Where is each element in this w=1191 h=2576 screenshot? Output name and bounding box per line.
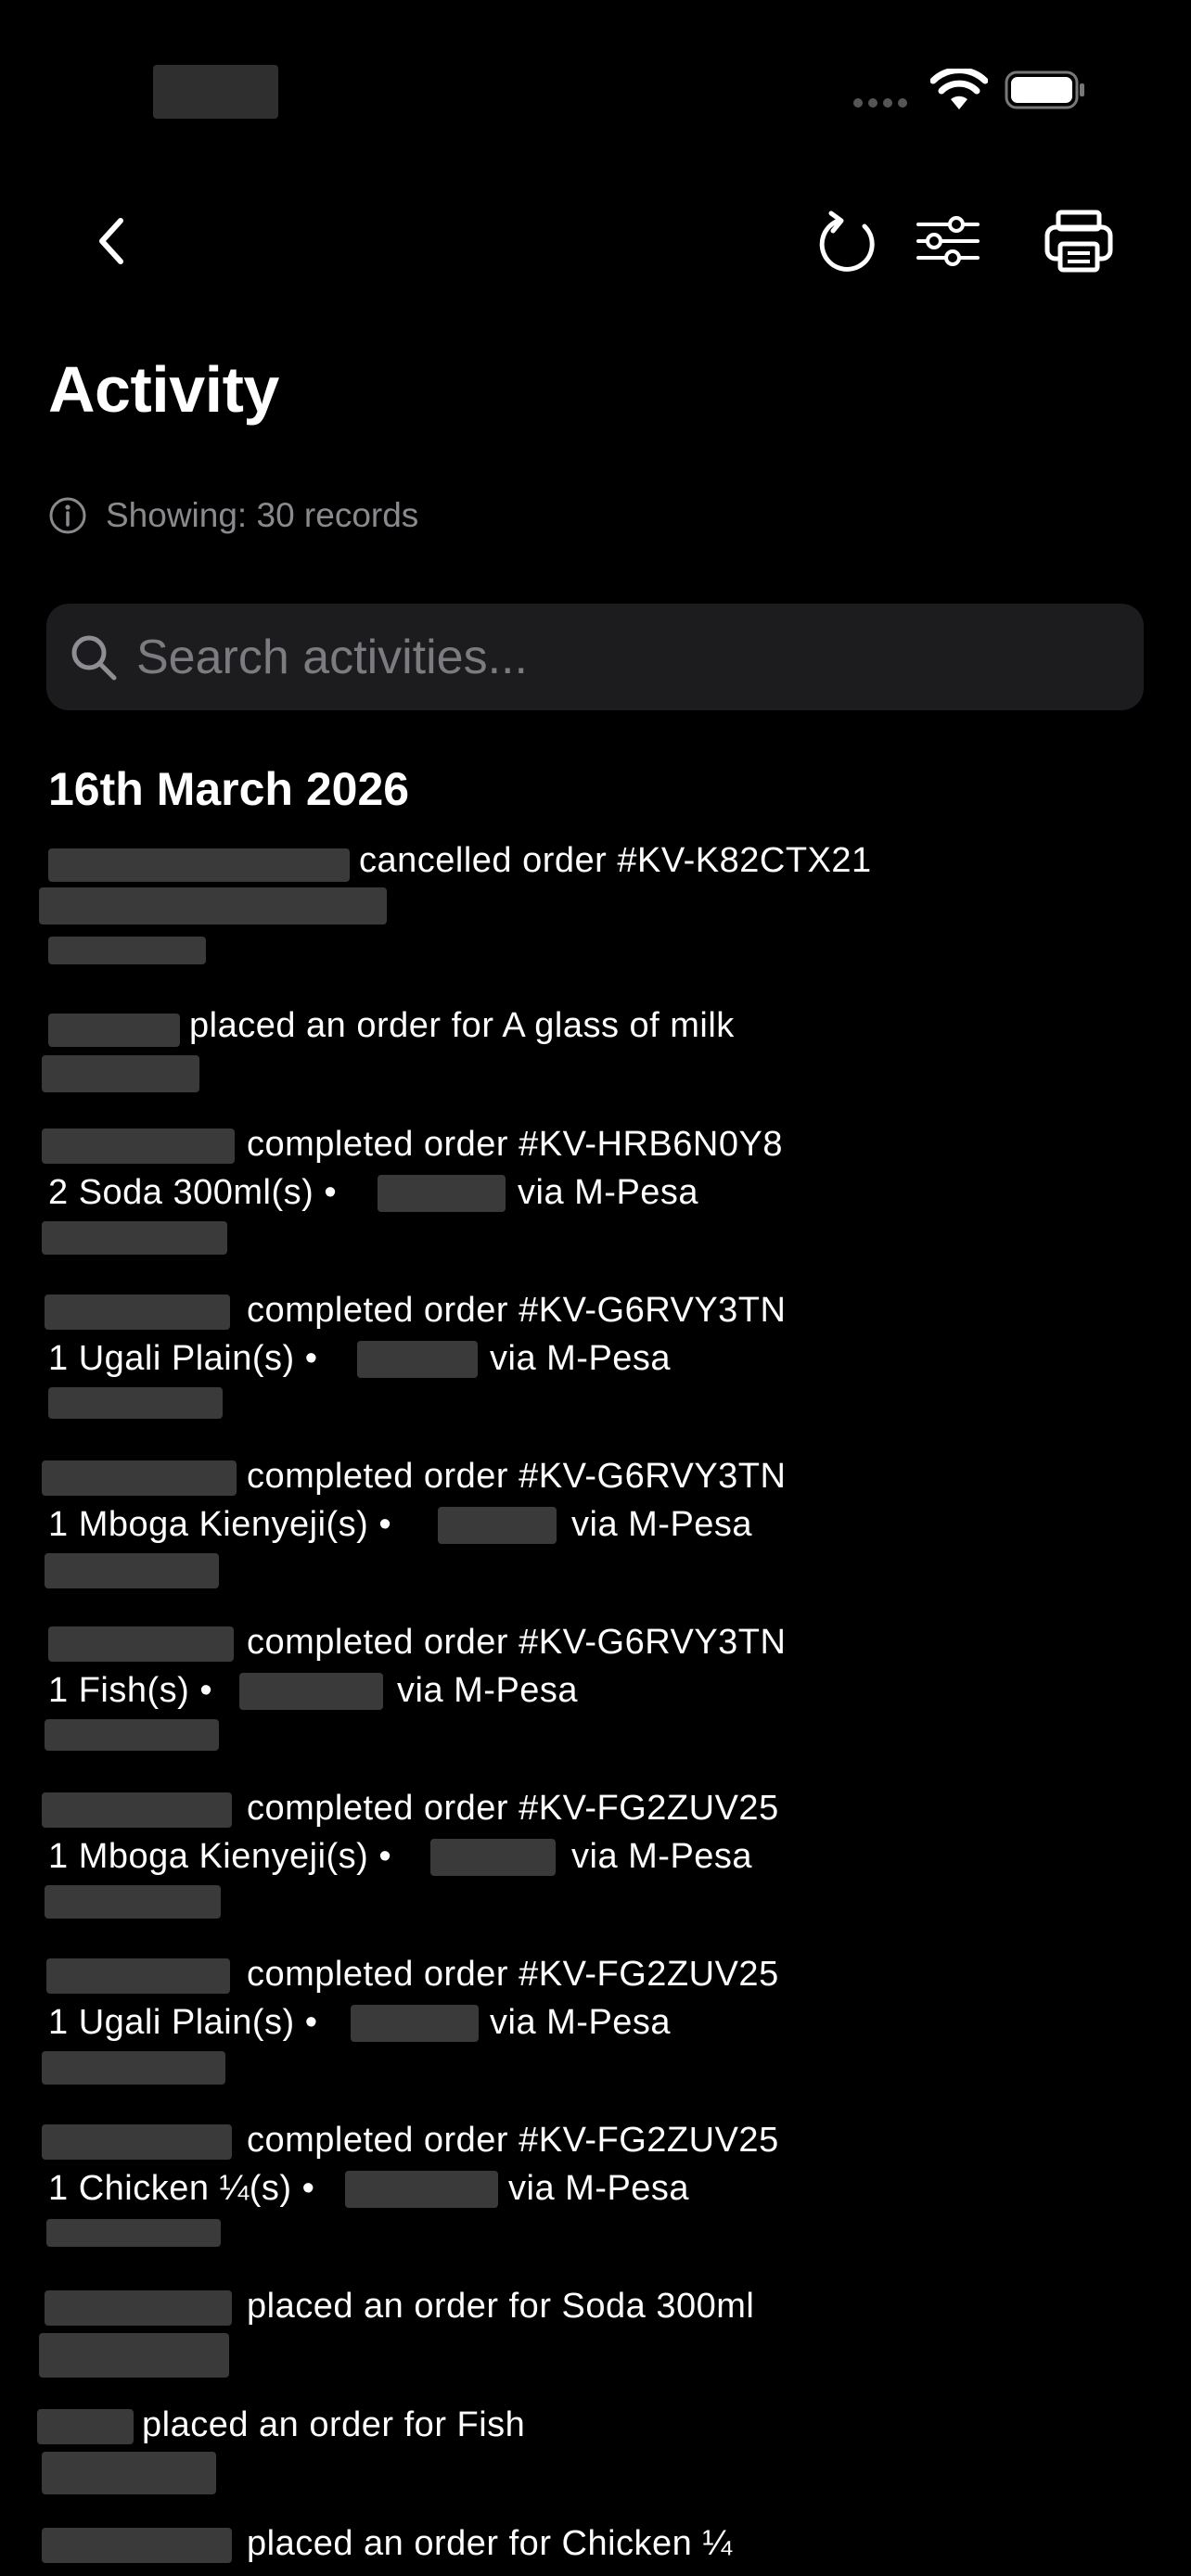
page-title: Activity xyxy=(48,353,279,426)
activity-item[interactable]: placed an order for Chicken ¼ xyxy=(0,2522,1191,2576)
activity-time-redacted xyxy=(48,937,206,964)
amount-redacted xyxy=(351,2005,479,2042)
activity-detail-method: via M-Pesa xyxy=(397,1671,579,1710)
amount-redacted xyxy=(378,1175,506,1212)
activity-detail-method: via M-Pesa xyxy=(490,1339,672,1378)
search-icon xyxy=(71,635,117,680)
user-name-redacted xyxy=(37,2409,134,2444)
activity-time-redacted xyxy=(45,1885,221,1919)
user-name-redacted xyxy=(45,1294,230,1330)
search-placeholder: Search activities... xyxy=(136,630,528,684)
activity-detail-redacted xyxy=(39,887,387,925)
activity-time-redacted xyxy=(45,1553,219,1588)
activity-action: completed order #KV-FG2ZUV25 xyxy=(247,1955,779,1994)
print-button[interactable] xyxy=(1039,204,1118,278)
activity-detail-items: 1 Ugali Plain(s) • xyxy=(48,2003,318,2042)
activity-item[interactable]: completed order #KV-G6RVY3TN 1 Mboga Kie… xyxy=(0,1455,1191,1594)
refresh-icon xyxy=(819,210,875,272)
activity-detail-method: via M-Pesa xyxy=(490,2003,672,2042)
activity-item[interactable]: completed order #KV-G6RVY3TN 1 Ugali Pla… xyxy=(0,1289,1191,1428)
amount-redacted xyxy=(239,1673,383,1710)
activity-action: completed order #KV-FG2ZUV25 xyxy=(247,2121,779,2160)
refresh-button[interactable] xyxy=(812,204,886,278)
amount-redacted xyxy=(430,1839,556,1876)
activity-detail-items: 1 Fish(s) • xyxy=(48,1671,213,1710)
user-name-redacted xyxy=(45,2290,232,2326)
wifi-icon xyxy=(930,69,988,109)
user-name-redacted xyxy=(42,2124,232,2160)
activity-time-redacted xyxy=(42,2452,216,2494)
activity-item[interactable]: placed an order for Fish xyxy=(0,2404,1191,2496)
back-button[interactable] xyxy=(79,204,144,278)
activity-action: placed an order for Fish xyxy=(142,2405,526,2444)
activity-item[interactable]: completed order #KV-HRB6N0Y8 2 Soda 300m… xyxy=(0,1123,1191,1262)
activity-item[interactable]: completed order #KV-G6RVY3TN 1 Fish(s) •… xyxy=(0,1621,1191,1760)
activity-detail-items: 1 Mboga Kienyeji(s) • xyxy=(48,1837,392,1876)
activity-action: placed an order for Soda 300ml xyxy=(247,2287,755,2326)
status-time-redacted xyxy=(153,65,278,119)
user-name-redacted xyxy=(48,1014,180,1047)
status-bar xyxy=(0,0,1191,167)
amount-redacted xyxy=(357,1341,478,1378)
activity-detail-items: 2 Soda 300ml(s) • xyxy=(48,1173,338,1212)
user-name-redacted xyxy=(48,1626,234,1662)
user-name-redacted xyxy=(48,848,350,882)
activity-action: completed order #KV-G6RVY3TN xyxy=(247,1291,787,1330)
activity-item[interactable]: completed order #KV-FG2ZUV25 1 Chicken ¼… xyxy=(0,2119,1191,2258)
activity-detail-method: via M-Pesa xyxy=(518,1173,699,1212)
date-header: 16th March 2026 xyxy=(48,763,410,815)
activity-item[interactable]: placed an order for Soda 300ml xyxy=(0,2285,1191,2378)
search-input[interactable]: Search activities... xyxy=(46,604,1144,710)
print-icon xyxy=(1044,210,1112,273)
amount-redacted xyxy=(345,2171,498,2208)
activity-time-redacted xyxy=(45,1719,219,1751)
cellular-signal-icon xyxy=(853,98,907,108)
activity-detail-items: 1 Chicken ¼(s) • xyxy=(48,2169,315,2208)
activity-item[interactable]: cancelled order #KV-K82CTX21 xyxy=(0,839,1191,969)
user-name-redacted xyxy=(42,1792,232,1828)
user-name-redacted xyxy=(46,1958,230,1994)
activity-detail-items: 1 Mboga Kienyeji(s) • xyxy=(48,1505,392,1544)
records-count-text: Showing: 30 records xyxy=(106,496,419,534)
activity-action: placed an order for Chicken ¼ xyxy=(247,2524,733,2563)
activity-time-redacted xyxy=(42,1221,227,1255)
activity-action: placed an order for A glass of milk xyxy=(189,1006,735,1045)
user-name-redacted xyxy=(42,2528,232,2563)
user-name-redacted xyxy=(42,1460,237,1496)
activity-action: cancelled order #KV-K82CTX21 xyxy=(359,841,872,880)
activity-action: completed order #KV-G6RVY3TN xyxy=(247,1623,787,1662)
activity-detail-method: via M-Pesa xyxy=(508,2169,690,2208)
activity-item[interactable]: completed order #KV-FG2ZUV25 1 Ugali Pla… xyxy=(0,1953,1191,2092)
activity-action: completed order #KV-FG2ZUV25 xyxy=(247,1789,779,1828)
activity-item[interactable]: completed order #KV-FG2ZUV25 1 Mboga Kie… xyxy=(0,1787,1191,1926)
activity-time-redacted xyxy=(39,2333,229,2378)
battery-icon xyxy=(1005,70,1084,109)
activity-time-redacted xyxy=(42,1055,199,1092)
activity-detail-items: 1 Ugali Plain(s) • xyxy=(48,1339,318,1378)
activity-detail-method: via M-Pesa xyxy=(571,1505,753,1544)
back-icon xyxy=(99,218,123,264)
activity-item[interactable]: placed an order for A glass of milk xyxy=(0,1004,1191,1097)
activity-time-redacted xyxy=(46,2219,221,2247)
user-name-redacted xyxy=(42,1129,235,1164)
info-icon xyxy=(49,497,86,534)
records-info: Showing: 30 records xyxy=(48,496,418,535)
amount-redacted xyxy=(438,1507,557,1544)
activity-time-redacted xyxy=(42,2051,225,2085)
activity-action: completed order #KV-HRB6N0Y8 xyxy=(247,1125,783,1164)
activity-action: completed order #KV-G6RVY3TN xyxy=(247,1457,787,1496)
activity-detail-method: via M-Pesa xyxy=(571,1837,753,1876)
filter-button[interactable] xyxy=(911,204,985,278)
activity-time-redacted xyxy=(48,1387,223,1419)
filter-sliders-icon xyxy=(916,216,980,266)
